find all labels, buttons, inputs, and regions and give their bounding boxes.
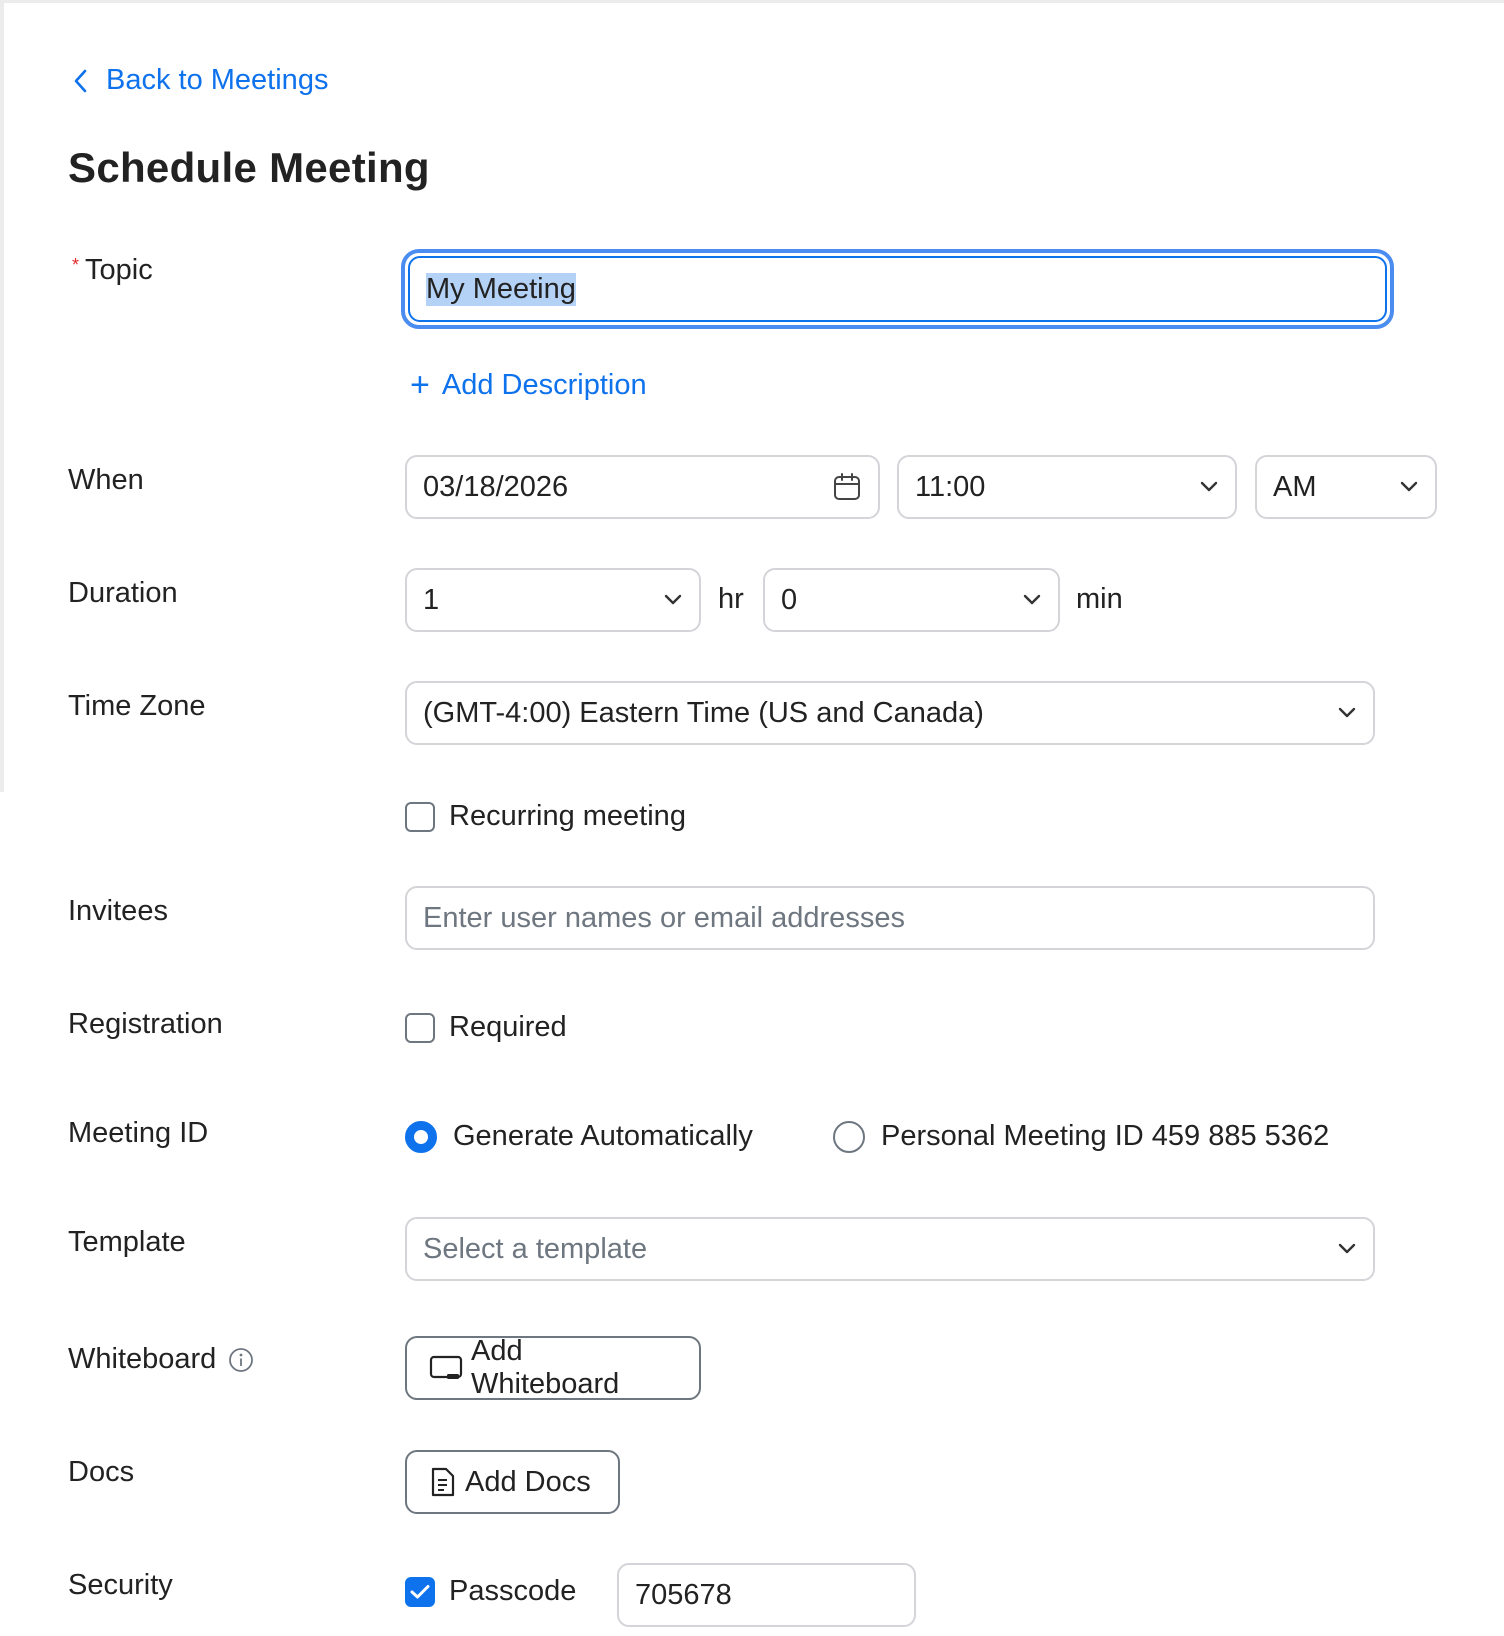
top-edge-divider	[0, 0, 1504, 3]
chevron-down-icon	[1200, 481, 1218, 492]
template-select[interactable]: Select a template	[405, 1217, 1375, 1281]
page-title: Schedule Meeting	[68, 144, 430, 191]
registration-required-label: Required	[449, 1011, 567, 1043]
meeting-id-generate-radio[interactable]: Generate Automatically	[405, 1120, 753, 1153]
required-asterisk: *	[72, 255, 80, 275]
back-to-meetings-link[interactable]: Back to Meetings	[72, 64, 328, 97]
template-label: Template	[68, 1226, 186, 1258]
chevron-down-icon	[1023, 594, 1041, 605]
generate-automatically-label: Generate Automatically	[453, 1120, 753, 1152]
docs-icon	[431, 1467, 455, 1497]
registration-label: Registration	[68, 1008, 223, 1040]
topic-input-value: My Meeting	[426, 272, 576, 306]
time-value: 11:00	[915, 470, 986, 503]
security-label: Security	[68, 1569, 173, 1601]
invitees-label: Invitees	[68, 895, 168, 927]
recurring-label: Recurring meeting	[449, 800, 686, 832]
left-edge-divider	[0, 0, 4, 792]
passcode-checkbox[interactable]: Passcode	[405, 1575, 576, 1608]
add-description-link[interactable]: + Add Description	[410, 368, 647, 402]
docs-label: Docs	[68, 1456, 135, 1488]
add-docs-button[interactable]: Add Docs	[405, 1450, 620, 1514]
passcode-checkbox-box[interactable]	[405, 1576, 435, 1607]
date-picker-input[interactable]: 03/18/2026	[405, 455, 880, 519]
minutes-unit-label: min	[1076, 583, 1123, 615]
date-value: 03/18/2026	[423, 470, 569, 503]
duration-hours-value: 1	[423, 583, 440, 616]
whiteboard-icon	[429, 1355, 463, 1379]
topic-label-text: Topic	[85, 254, 153, 286]
registration-checkbox-box[interactable]	[405, 1012, 435, 1043]
chevron-down-icon	[664, 594, 682, 605]
chevron-down-icon	[1400, 481, 1418, 492]
passcode-value: 705678	[635, 1578, 732, 1611]
timezone-label: Time Zone	[68, 690, 206, 722]
add-whiteboard-label: Add Whiteboard	[471, 1335, 620, 1400]
template-placeholder: Select a template	[423, 1232, 648, 1265]
topic-input[interactable]: My Meeting	[408, 256, 1387, 322]
duration-hours-select[interactable]: 1	[405, 568, 701, 632]
passcode-label: Passcode	[449, 1575, 577, 1607]
add-whiteboard-button[interactable]: Add Whiteboard	[405, 1335, 701, 1400]
add-docs-label: Add Docs	[465, 1465, 591, 1498]
add-description-label: Add Description	[441, 368, 647, 401]
radio-unselected-icon[interactable]	[833, 1120, 865, 1153]
timezone-select[interactable]: (GMT-4:00) Eastern Time (US and Canada)	[405, 681, 1375, 745]
ampm-select[interactable]: AM	[1255, 455, 1437, 519]
registration-required-checkbox[interactable]: Required	[405, 1011, 567, 1044]
meeting-id-label: Meeting ID	[68, 1117, 209, 1149]
meeting-id-personal-radio[interactable]: Personal Meeting ID 459 885 5362	[833, 1120, 1329, 1153]
checkmark-icon	[410, 1584, 430, 1598]
duration-minutes-value: 0	[781, 583, 798, 616]
chevron-left-icon	[74, 69, 87, 92]
recurring-checkbox-box[interactable]	[405, 801, 435, 832]
topic-label: * Topic	[72, 254, 153, 287]
radio-selected-icon[interactable]	[405, 1120, 437, 1153]
whiteboard-label: Whiteboard	[68, 1343, 254, 1376]
info-icon[interactable]	[228, 1347, 254, 1373]
ampm-value: AM	[1273, 470, 1317, 503]
when-label: When	[68, 464, 144, 496]
plus-icon: +	[410, 366, 430, 404]
passcode-input[interactable]: 705678	[617, 1563, 916, 1627]
duration-minutes-select[interactable]: 0	[763, 568, 1060, 632]
chevron-down-icon	[1338, 1243, 1356, 1254]
duration-label: Duration	[68, 577, 178, 609]
calendar-icon	[834, 473, 860, 500]
personal-meeting-id-label: Personal Meeting ID 459 885 5362	[881, 1120, 1330, 1152]
invitees-placeholder: Enter user names or email addresses	[423, 901, 905, 934]
hours-unit-label: hr	[718, 583, 744, 615]
time-select[interactable]: 11:00	[897, 455, 1237, 519]
back-link-label: Back to Meetings	[106, 64, 329, 96]
recurring-meeting-checkbox[interactable]: Recurring meeting	[405, 800, 686, 833]
chevron-down-icon	[1338, 707, 1356, 718]
whiteboard-label-text: Whiteboard	[68, 1343, 217, 1375]
invitees-input[interactable]: Enter user names or email addresses	[405, 886, 1375, 950]
timezone-value: (GMT-4:00) Eastern Time (US and Canada)	[423, 696, 984, 729]
topic-focus-ring: My Meeting	[401, 249, 1394, 329]
